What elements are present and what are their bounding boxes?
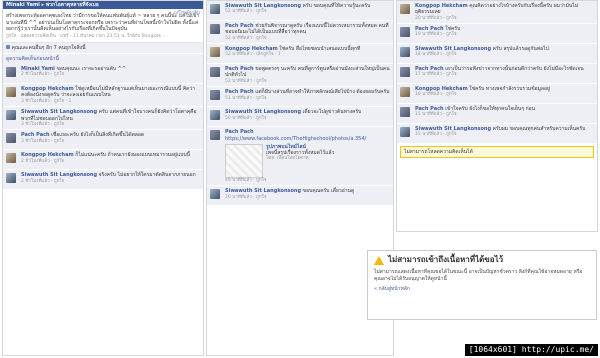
- comment-item-with-link: Pach Pach https://www.facebook.com/TheHi…: [207, 127, 393, 187]
- dialog-title: ไม่สามารถเข้าถึงเนื้อหาที่ได้ขอไว้: [388, 255, 504, 264]
- post-group-title[interactable]: พวกโอตาคุหลายที่จังเบอ: [46, 2, 99, 8]
- comment-item: Siwawuth Sit Langkonsong ขอบคุณครับ เดี๋…: [207, 186, 393, 207]
- load-error-notice: ไม่สามารถโหลดความคิดเห็นได้: [400, 146, 594, 159]
- comment-item: Kongpop Hekcham ก็ไม่แน่นะครับ ถ้าคนเราย…: [3, 150, 203, 171]
- avatar[interactable]: [400, 27, 410, 38]
- comment-item: Siwawuth Sit Langkonsong ครับ ขอบคุณที่ใ…: [207, 1, 393, 21]
- comment-item: Pach Pach เข้าใจครับ ยังไงก็ขอให้ทุกคนใจ…: [397, 104, 597, 125]
- avatar[interactable]: [6, 153, 16, 164]
- comment-item: Minaki Yami ขอบคุณนะ เราจะรออ่านคับ ^^ 2 …: [3, 64, 203, 85]
- avatar[interactable]: [400, 4, 410, 14]
- avatar[interactable]: [6, 110, 16, 121]
- comment-item: Pach Pach เอาเป็นว่ารอฟังข่าวจากทางนั้นก…: [397, 64, 597, 85]
- view-previous-comments[interactable]: ดูความคิดเห็นก่อนหน้านี้: [3, 53, 203, 65]
- post-meta: ถูกใจ · แสดงความคิดเห็น · แชร์ · 11 มีนา…: [6, 34, 164, 39]
- comment-item: Pach Pach ใช่ครับ 19 นาทีที่แล้ว · ถูกใจ: [397, 24, 597, 45]
- comment-item: Siwawuth Sit Langkonsong จริงครับ ไม่อยา…: [3, 170, 203, 191]
- avatar[interactable]: [400, 87, 410, 98]
- post-body: สร้างเพจกระทุ้ออตาคุซเองไทย ว่ามีการขอให…: [6, 13, 200, 32]
- avatar[interactable]: [6, 67, 16, 78]
- content-unavailable-dialog: ไม่สามารถเข้าถึงเนื้อหาที่ได้ขอไว้ ไม่สา…: [367, 250, 597, 320]
- comment-item: Pach Pach ช่วยกันพิจารณาดูครับ เรื่องแบบ…: [207, 21, 393, 45]
- likes-summary[interactable]: คุณและคนอื่นๆ อีก 7 คนถูกใจสิ่งนี้: [3, 42, 203, 54]
- avatar[interactable]: [6, 133, 16, 144]
- avatar[interactable]: [210, 24, 220, 34]
- avatar[interactable]: [400, 107, 410, 118]
- comment-item: Siwawuth Sit Langkonsong ครับผม ขอบคุณทุ…: [397, 124, 597, 145]
- comment-item: Pach Pach เชื่อเถอะครับ ยังไงก็เป็นสิ่งท…: [3, 130, 203, 151]
- edit-post-link[interactable]: แก้ไขเพิ่มเติม: [174, 11, 200, 17]
- comment-item: Pach Pach แต่ก็มีบางส่วนที่อาจทำให้ภาพลั…: [207, 87, 393, 108]
- back-home-link[interactable]: « กลับสู่หน้าหลัก: [374, 286, 590, 292]
- warning-icon: [374, 255, 384, 265]
- post-body-block: แก้ไขเพิ่มเติม สร้างเพจกระทุ้ออตาคุซเองไ…: [3, 9, 203, 43]
- avatar[interactable]: [210, 67, 220, 78]
- avatar[interactable]: [210, 4, 220, 14]
- post-author[interactable]: Minaki Yami: [6, 2, 40, 8]
- comment-list: Minaki Yami ขอบคุณนะ เราจะรออ่านคับ ^^ 2 …: [3, 64, 203, 191]
- dialog-body: ไม่สามารถแสดงเนื้อหาที่คุณขอได้ในขณะนี้ …: [374, 269, 583, 282]
- post-header: Minaki Yami ▸ พวกโอตาคุหลายที่จังเบอ: [3, 1, 203, 10]
- avatar[interactable]: [210, 189, 220, 200]
- avatar[interactable]: [400, 127, 410, 138]
- link-thumbnail-image: [225, 143, 263, 178]
- comment-column-right: Kongpop Hekcham คุณคิดว่าอย่างไรบ้างครับ…: [396, 0, 598, 232]
- comment-item: Siwawuth Sit Langkonsong ครับ แต่คนที่เข…: [3, 107, 203, 131]
- avatar[interactable]: [210, 110, 220, 121]
- image-watermark: [1064x601] http://upic.me/: [464, 344, 598, 356]
- comment-item: Kongpop Hekcham คุณคิดว่าอย่างไรบ้างครับ…: [397, 1, 597, 25]
- comment-item: Kongpop Hekcham ใช่ครับ สื่อไทยชอบนำเสนอ…: [207, 44, 393, 65]
- comment-item: Siwawuth Sit Langkonsong เดี๋ยวจะไปดูข่า…: [207, 107, 393, 128]
- avatar[interactable]: [400, 47, 410, 58]
- link-preview-card[interactable]: รูปภาพบนไทม์ไลน์ เพจนี้สรุปเรื่องราวทั้ง…: [225, 143, 390, 178]
- avatar[interactable]: [6, 87, 16, 98]
- avatar[interactable]: [400, 67, 410, 78]
- comment-item: Pach Pach ขอพูดตรงๆ นะครับ คนที่ดูการ์ตู…: [207, 64, 393, 88]
- comment-item: Kongpop Hekcham ใช่ดูเหมือนไม่มีหลักฐานแ…: [3, 84, 203, 108]
- like-thumb-icon: [6, 45, 10, 50]
- shared-url[interactable]: https://www.facebook.com/TheHighschool/p…: [225, 136, 390, 142]
- post-column-left: Minaki Yami ▸ พวกโอตาคุหลายที่จังเบอ แก้…: [2, 0, 204, 356]
- comment-item: Kongpop Hekcham ใช่ครับ ทางเพจกำลังรวบรว…: [397, 84, 597, 105]
- comment-column-middle: Siwawuth Sit Langkonsong ครับ ขอบคุณที่ใ…: [206, 0, 394, 356]
- avatar[interactable]: [6, 173, 16, 184]
- avatar[interactable]: [210, 90, 220, 101]
- avatar[interactable]: [210, 130, 220, 141]
- comment-item: Siwawuth Sit Langkonsong ครับ สรุปแล้วรอ…: [397, 44, 597, 65]
- avatar[interactable]: [210, 47, 220, 58]
